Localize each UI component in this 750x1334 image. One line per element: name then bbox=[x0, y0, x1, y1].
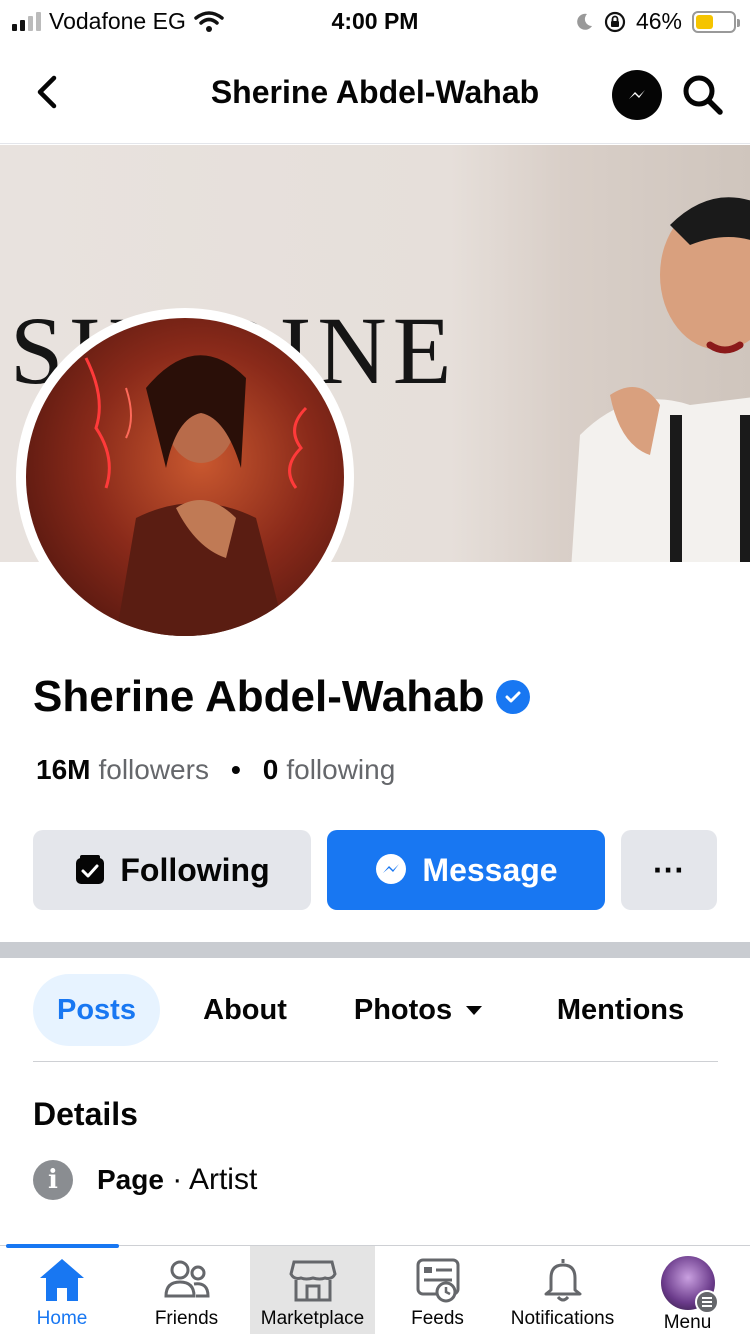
tabbar-menu-label: Menu bbox=[663, 1312, 712, 1333]
tabbar-marketplace-label: Marketplace bbox=[260, 1308, 365, 1329]
tab-about-label: About bbox=[203, 993, 287, 1026]
more-icon: ··· bbox=[653, 851, 685, 888]
details-separator: · bbox=[172, 1163, 183, 1196]
follower-stats: 16M followers • 0 following bbox=[36, 754, 395, 786]
messenger-icon bbox=[376, 854, 407, 884]
following-label: Following bbox=[120, 851, 270, 888]
profile-name: Sherine Abdel-Wahab bbox=[33, 672, 485, 721]
tab-photos[interactable]: Photos bbox=[339, 974, 499, 1046]
rotation-lock-icon bbox=[604, 11, 626, 32]
more-options-button[interactable]: ··· bbox=[621, 830, 717, 910]
following-check-icon bbox=[76, 855, 105, 884]
tab-posts-label: Posts bbox=[57, 993, 136, 1026]
cover-person-image bbox=[571, 197, 750, 562]
tabbar-menu[interactable]: Menu bbox=[625, 1246, 750, 1334]
status-bar: Vodafone EG 4:00 PM 46% bbox=[0, 0, 750, 42]
tab-posts[interactable]: Posts bbox=[33, 974, 160, 1046]
feeds-icon bbox=[416, 1258, 459, 1303]
stats-separator: • bbox=[230, 754, 241, 785]
menu-avatar bbox=[660, 1256, 719, 1314]
messenger-icon bbox=[629, 90, 645, 99]
tab-mentions[interactable]: Mentions bbox=[538, 974, 703, 1046]
message-button[interactable]: Message bbox=[327, 830, 605, 910]
tabbar-home-label: Home bbox=[36, 1308, 88, 1329]
nav-header: Sherine Abdel-Wahab bbox=[0, 44, 750, 144]
profile-tabs: Posts About Photos Mentions bbox=[33, 974, 718, 1062]
tabbar-feeds-label: Feeds bbox=[411, 1308, 464, 1329]
search-button[interactable] bbox=[678, 70, 728, 120]
bottom-tab-bar: Home Friends Marketplace Feeds Notificat… bbox=[0, 1244, 750, 1334]
page-category: Artist bbox=[188, 1163, 258, 1196]
tabbar-home[interactable]: Home bbox=[0, 1246, 124, 1334]
hamburger-icon bbox=[694, 1290, 719, 1314]
profile-name-row: Sherine Abdel-Wahab bbox=[33, 672, 531, 722]
tabbar-notifications-label: Notifications bbox=[510, 1308, 615, 1329]
marketplace-icon bbox=[288, 1260, 337, 1302]
tabbar-marketplace[interactable]: Marketplace bbox=[250, 1246, 375, 1334]
details-page-category: i Page · Artist bbox=[33, 1160, 257, 1200]
following-count[interactable]: 0 bbox=[263, 754, 279, 786]
search-icon bbox=[683, 75, 723, 115]
page-label: Page bbox=[97, 1164, 164, 1195]
message-label: Message bbox=[422, 851, 558, 888]
section-divider bbox=[0, 942, 750, 958]
verified-badge-icon bbox=[496, 680, 531, 714]
avatar-image bbox=[84, 355, 308, 636]
tab-about[interactable]: About bbox=[185, 974, 305, 1046]
details-heading: Details bbox=[33, 1096, 138, 1132]
friends-icon bbox=[163, 1260, 210, 1298]
following-label[interactable]: following bbox=[286, 754, 395, 786]
bell-icon bbox=[544, 1259, 581, 1302]
info-icon: i bbox=[33, 1160, 73, 1200]
tab-mentions-label: Mentions bbox=[556, 993, 685, 1026]
followers-label[interactable]: followers bbox=[98, 754, 208, 786]
caret-down-icon bbox=[466, 1006, 483, 1015]
followers-count[interactable]: 16M bbox=[36, 754, 90, 786]
tabbar-notifications[interactable]: Notifications bbox=[500, 1246, 625, 1334]
tabbar-friends-label: Friends bbox=[154, 1308, 219, 1329]
messenger-button[interactable] bbox=[612, 70, 662, 120]
home-icon bbox=[40, 1259, 84, 1301]
battery-icon bbox=[692, 10, 740, 33]
battery-percent: 46% bbox=[635, 8, 682, 34]
tabbar-friends[interactable]: Friends bbox=[124, 1246, 249, 1334]
profile-avatar[interactable] bbox=[16, 308, 354, 646]
following-button[interactable]: Following bbox=[33, 830, 311, 910]
tabbar-feeds[interactable]: Feeds bbox=[375, 1246, 500, 1334]
moon-icon bbox=[577, 13, 592, 30]
tab-photos-label: Photos bbox=[353, 993, 453, 1026]
